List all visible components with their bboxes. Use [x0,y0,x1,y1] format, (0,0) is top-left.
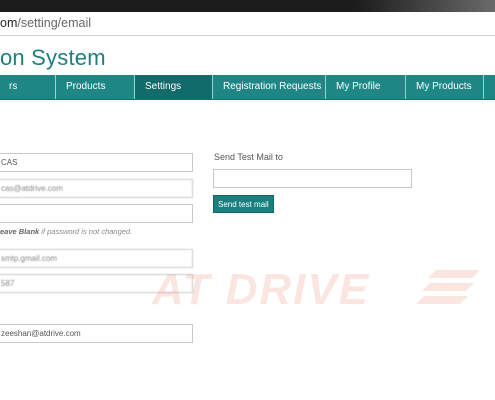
nav-item-label: My Products [416,81,472,92]
atdrive-watermark-logo: AT DRIVE [151,265,480,310]
cc-email-field[interactable]: zeeshan@atdrive.com [0,324,193,343]
password-hint: eave Blank if password is not changed. [0,227,132,236]
password-field[interactable] [0,204,193,223]
sender-email-field[interactable]: cas@atdrive.com [0,179,193,198]
smtp-port-field[interactable]: 587 [0,274,193,293]
nav-item-my-products[interactable]: My Products [406,75,484,99]
app-title: on System [0,45,106,70]
password-hint-bold: eave Blank [0,227,40,236]
test-mail-input[interactable] [213,169,412,188]
browser-top-bar-shade [355,0,495,12]
main-nav: rs Products Settings Registration Reques… [0,75,495,116]
nav-item-products[interactable]: Products [56,75,135,99]
nav-item-label: My Profile [336,81,381,92]
nav-item-settings[interactable]: Settings [135,75,213,99]
nav-item-registration-requests[interactable]: Registration Requests (0) [213,75,326,116]
address-url[interactable]: om/setting/email [0,16,91,30]
nav-item-label: Products [66,81,106,92]
nav-item-users[interactable]: rs [0,75,56,99]
nav-item-label: rs [9,81,18,92]
nav-item-my-profile[interactable]: My Profile [326,75,406,99]
nav-item-label: Registration Requests (0) [213,81,322,116]
test-mail-label: Send Test Mail to [214,152,283,162]
url-path: /setting/email [17,16,92,30]
smtp-host-field[interactable]: smtp.gmail.com [0,249,193,268]
send-test-mail-button[interactable]: Send test mail [213,195,274,213]
password-hint-rest: if password is not changed. [39,227,133,236]
nav-item-label: Settings [145,81,182,92]
url-host: om [0,16,18,30]
sender-name-field[interactable]: CAS [0,153,193,172]
browser-top-bar [0,0,495,12]
address-bar[interactable]: om/setting/email [0,12,495,36]
